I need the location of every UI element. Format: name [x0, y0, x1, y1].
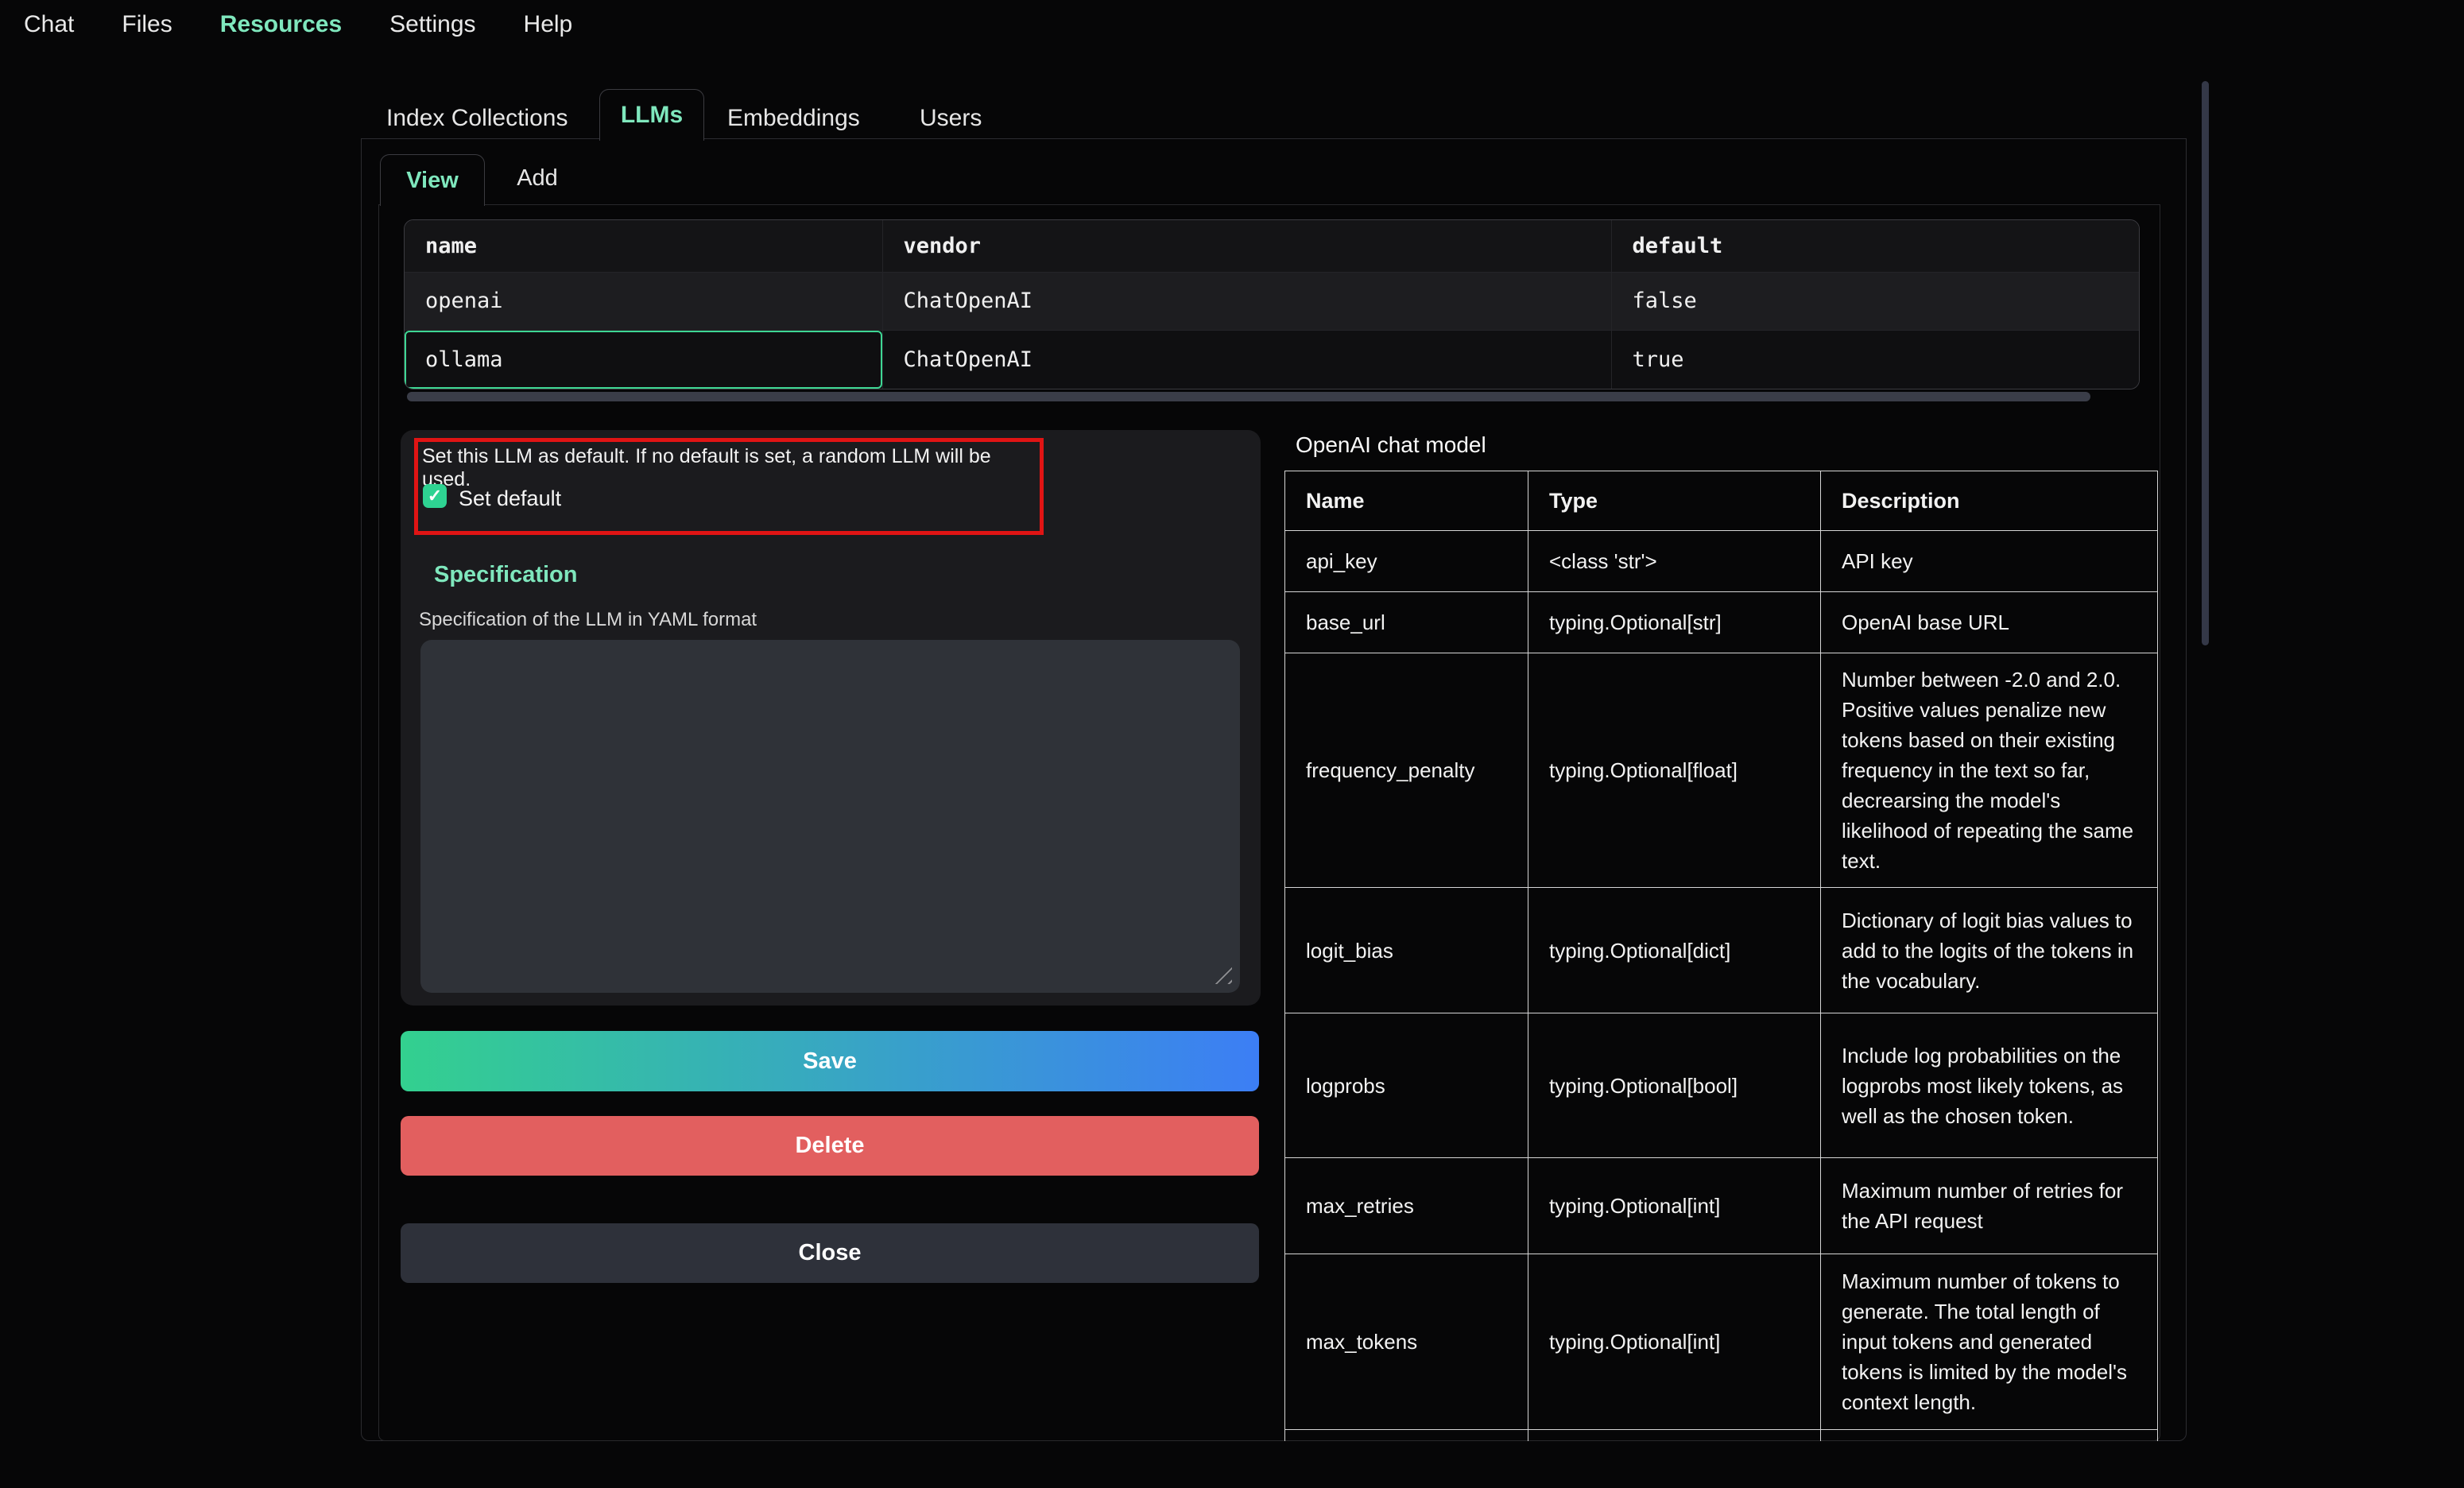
doc-cell-type: typing.Optional[int] — [1528, 1158, 1821, 1254]
model-doc-table-container: NameTypeDescription api_key<class 'str'>… — [1284, 471, 2159, 1441]
llm-table-header-name: name — [405, 220, 882, 272]
model-doc-table: NameTypeDescription api_key<class 'str'>… — [1284, 471, 2158, 1441]
tab-index-collections[interactable]: Index Collections — [386, 105, 568, 132]
llm-cell-name[interactable]: openai — [405, 272, 882, 330]
doc-row-logprobs: logprobstyping.Optional[bool]Include log… — [1285, 1013, 2158, 1158]
delete-button[interactable]: Delete — [401, 1116, 1259, 1176]
llm-table-row-openai[interactable]: openaiChatOpenAIfalse — [405, 272, 2140, 330]
subtab-add-label: Add — [517, 165, 558, 192]
specification-heading: Specification — [434, 562, 578, 588]
tab-llms[interactable]: LLMs — [599, 89, 704, 141]
llm-list-table: namevendordefault openaiChatOpenAIfalseo… — [405, 220, 2140, 389]
vertical-scrollbar[interactable] — [2202, 81, 2209, 645]
doc-cell-name: frequency_penalty — [1285, 653, 1528, 888]
nav-item-settings[interactable]: Settings — [389, 11, 475, 38]
llm-table-header-default: default — [1611, 220, 2140, 272]
llm-table-header-row: namevendordefault — [405, 220, 2140, 272]
llm-cell-name[interactable]: ollama — [405, 330, 882, 389]
tab-embeddings[interactable]: Embeddings — [727, 105, 860, 132]
llm-table-header-vendor: vendor — [882, 220, 1611, 272]
specification-description: Specification of the LLM in YAML format — [419, 609, 757, 631]
doc-cell-type: <class 'str'> — [1528, 531, 1821, 592]
doc-row-max_retries: max_retriestyping.Optional[int]Maximum n… — [1285, 1158, 2158, 1254]
doc-cell-description: Number between -2.0 and 2.0. Positive va… — [1821, 653, 2158, 888]
doc-header-description: Description — [1821, 471, 2158, 531]
doc-cell-description: Maximum number of tokens to generate. Th… — [1821, 1254, 2158, 1430]
doc-cell-description: Include log probabilities on the logprob… — [1821, 1013, 2158, 1158]
spec-yaml-textarea[interactable] — [420, 640, 1240, 993]
top-nav: Chat Files Resources Settings Help — [24, 0, 572, 49]
nav-item-files[interactable]: Files — [122, 11, 172, 38]
doc-cell-description: Maximum number of retries for the API re… — [1821, 1158, 2158, 1254]
doc-row-base_url: base_urltyping.Optional[str]OpenAI base … — [1285, 592, 2158, 653]
doc-cell-description: Dictionary of logit bias values to add t… — [1821, 888, 2158, 1013]
horizontal-scrollbar[interactable] — [407, 392, 2090, 401]
doc-cell-name: api_key — [1285, 531, 1528, 592]
app-root: Chat Files Resources Settings Help Index Col… — [0, 0, 2464, 1488]
subtab-add[interactable]: Add — [502, 154, 573, 202]
doc-table-header-row: NameTypeDescription — [1285, 471, 2158, 531]
doc-cell-type: typing.Optional[int] — [1528, 1254, 1821, 1430]
doc-cell-description: API key — [1821, 531, 2158, 592]
doc-cell-name: max_retries — [1285, 1158, 1528, 1254]
model-doc-title: OpenAI chat model — [1296, 432, 1486, 458]
nav-item-resources[interactable]: Resources — [220, 11, 342, 38]
doc-cell-name: logit_bias — [1285, 888, 1528, 1013]
doc-cell-type: typing.Optional[float] — [1528, 653, 1821, 888]
subtab-view-label: View — [406, 168, 459, 194]
tab-llms-label: LLMs — [621, 102, 683, 129]
llm-table-row-ollama[interactable]: ollamaChatOpenAItrue — [405, 330, 2140, 389]
doc-row-max_tokens: max_tokenstyping.Optional[int]Maximum nu… — [1285, 1254, 2158, 1430]
doc-row-partial — [1285, 1430, 2158, 1442]
doc-header-name: Name — [1285, 471, 1528, 531]
nav-item-chat[interactable]: Chat — [24, 11, 74, 38]
llm-cell-default[interactable]: true — [1611, 330, 2140, 389]
llm-cell-vendor[interactable]: ChatOpenAI — [882, 272, 1611, 330]
selected-cell-ring — [405, 331, 882, 389]
llm-cell-vendor[interactable]: ChatOpenAI — [882, 330, 1611, 389]
nav-item-help[interactable]: Help — [524, 11, 573, 38]
doc-header-type: Type — [1528, 471, 1821, 531]
doc-row-logit_bias: logit_biastyping.Optional[dict]Dictionar… — [1285, 888, 2158, 1013]
subtab-view[interactable]: View — [380, 154, 485, 206]
doc-cell-description: OpenAI base URL — [1821, 592, 2158, 653]
doc-cell-empty — [1821, 1430, 2158, 1442]
doc-row-api_key: api_key<class 'str'>API key — [1285, 531, 2158, 592]
annotation-red-box — [414, 438, 1044, 535]
llm-list-table-container: namevendordefault openaiChatOpenAIfalseo… — [404, 219, 2140, 389]
close-button[interactable]: Close — [401, 1223, 1259, 1283]
llm-cell-default[interactable]: false — [1611, 272, 2140, 330]
doc-cell-name: logprobs — [1285, 1013, 1528, 1158]
doc-cell-name: base_url — [1285, 592, 1528, 653]
doc-cell-type: typing.Optional[dict] — [1528, 888, 1821, 1013]
doc-cell-name: max_tokens — [1285, 1254, 1528, 1430]
save-button[interactable]: Save — [401, 1031, 1259, 1091]
doc-cell-empty — [1285, 1430, 1528, 1442]
doc-cell-type: typing.Optional[bool] — [1528, 1013, 1821, 1158]
doc-row-frequency_penalty: frequency_penaltytyping.Optional[float]N… — [1285, 653, 2158, 888]
doc-cell-empty — [1528, 1430, 1821, 1442]
doc-cell-type: typing.Optional[str] — [1528, 592, 1821, 653]
tab-users[interactable]: Users — [920, 105, 982, 132]
